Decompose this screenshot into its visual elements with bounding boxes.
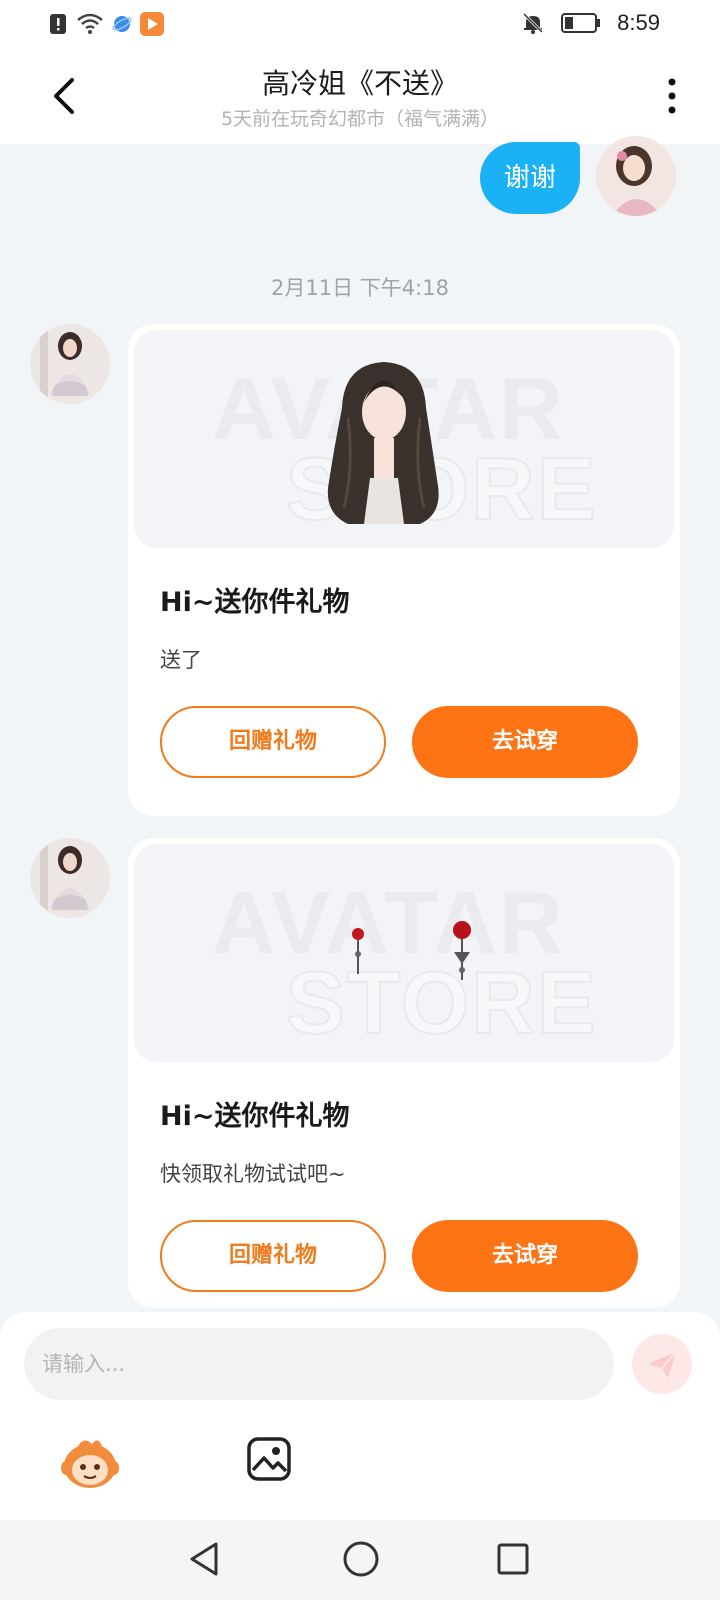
nav-recents-icon[interactable] xyxy=(496,1542,530,1576)
image-icon[interactable] xyxy=(246,1436,292,1482)
status-bar: 8:59 xyxy=(0,0,720,48)
emoji-icon[interactable] xyxy=(60,1434,120,1490)
video-app-icon xyxy=(140,12,164,36)
system-nav-bar xyxy=(0,1520,720,1600)
composer-panel xyxy=(0,1312,720,1520)
message-timestamp: 2月11日 下午4:18 xyxy=(271,276,449,300)
gift-card: AVATAR STORE Hi~送你件礼物 送了 回赠礼物 去试穿 xyxy=(128,324,680,816)
message-input[interactable] xyxy=(24,1328,614,1400)
sender-avatar[interactable] xyxy=(30,324,110,404)
return-gift-button[interactable]: 回赠礼物 xyxy=(160,1220,386,1292)
my-avatar[interactable] xyxy=(596,136,676,216)
status-icons-left xyxy=(48,12,164,36)
nav-home-icon[interactable] xyxy=(342,1540,380,1578)
nav-back-icon[interactable] xyxy=(188,1540,222,1578)
more-options-button[interactable] xyxy=(660,76,684,116)
sent-message-bubble[interactable]: 谢谢 xyxy=(479,142,580,214)
wifi-icon xyxy=(77,13,103,34)
try-on-button[interactable]: 去试穿 xyxy=(412,706,638,778)
gift-card-title: Hi~送你件礼物 xyxy=(160,1101,350,1132)
gift-image-area[interactable]: AVATAR STORE xyxy=(134,844,674,1062)
earrings-item-image xyxy=(352,921,471,980)
gift-card: AVATAR STORE Hi~送你件礼物 快领取礼物试试吧~ 回赠礼物 去试穿 xyxy=(128,838,680,1308)
send-button[interactable] xyxy=(632,1334,692,1394)
alert-icon xyxy=(50,14,66,34)
gift-card-message: 送了 xyxy=(160,648,202,672)
gift-card-message: 快领取礼物试试吧~ xyxy=(160,1162,346,1186)
chat-header: 高冷姐《不送》 5天前在玩奇幻都市（福气满满） xyxy=(0,48,720,144)
browser-icon xyxy=(112,16,132,32)
battery-icon xyxy=(561,13,601,33)
return-gift-button[interactable]: 回赠礼物 xyxy=(160,706,386,778)
page-subtitle: 5天前在玩奇幻都市（福气满满） xyxy=(220,108,500,130)
gift-card-title: Hi~送你件礼物 xyxy=(160,587,350,618)
gift-image-area[interactable]: AVATAR STORE xyxy=(134,330,674,548)
sender-avatar[interactable] xyxy=(30,838,110,918)
status-time: 8:59 xyxy=(617,10,660,35)
try-on-button[interactable]: 去试穿 xyxy=(412,1220,638,1292)
send-icon xyxy=(648,1351,677,1378)
bell-off-icon xyxy=(523,12,544,34)
hair-item-image xyxy=(327,362,439,524)
page-title: 高冷姐《不送》 xyxy=(261,67,458,100)
status-icons-right: 8:59 xyxy=(521,10,660,36)
